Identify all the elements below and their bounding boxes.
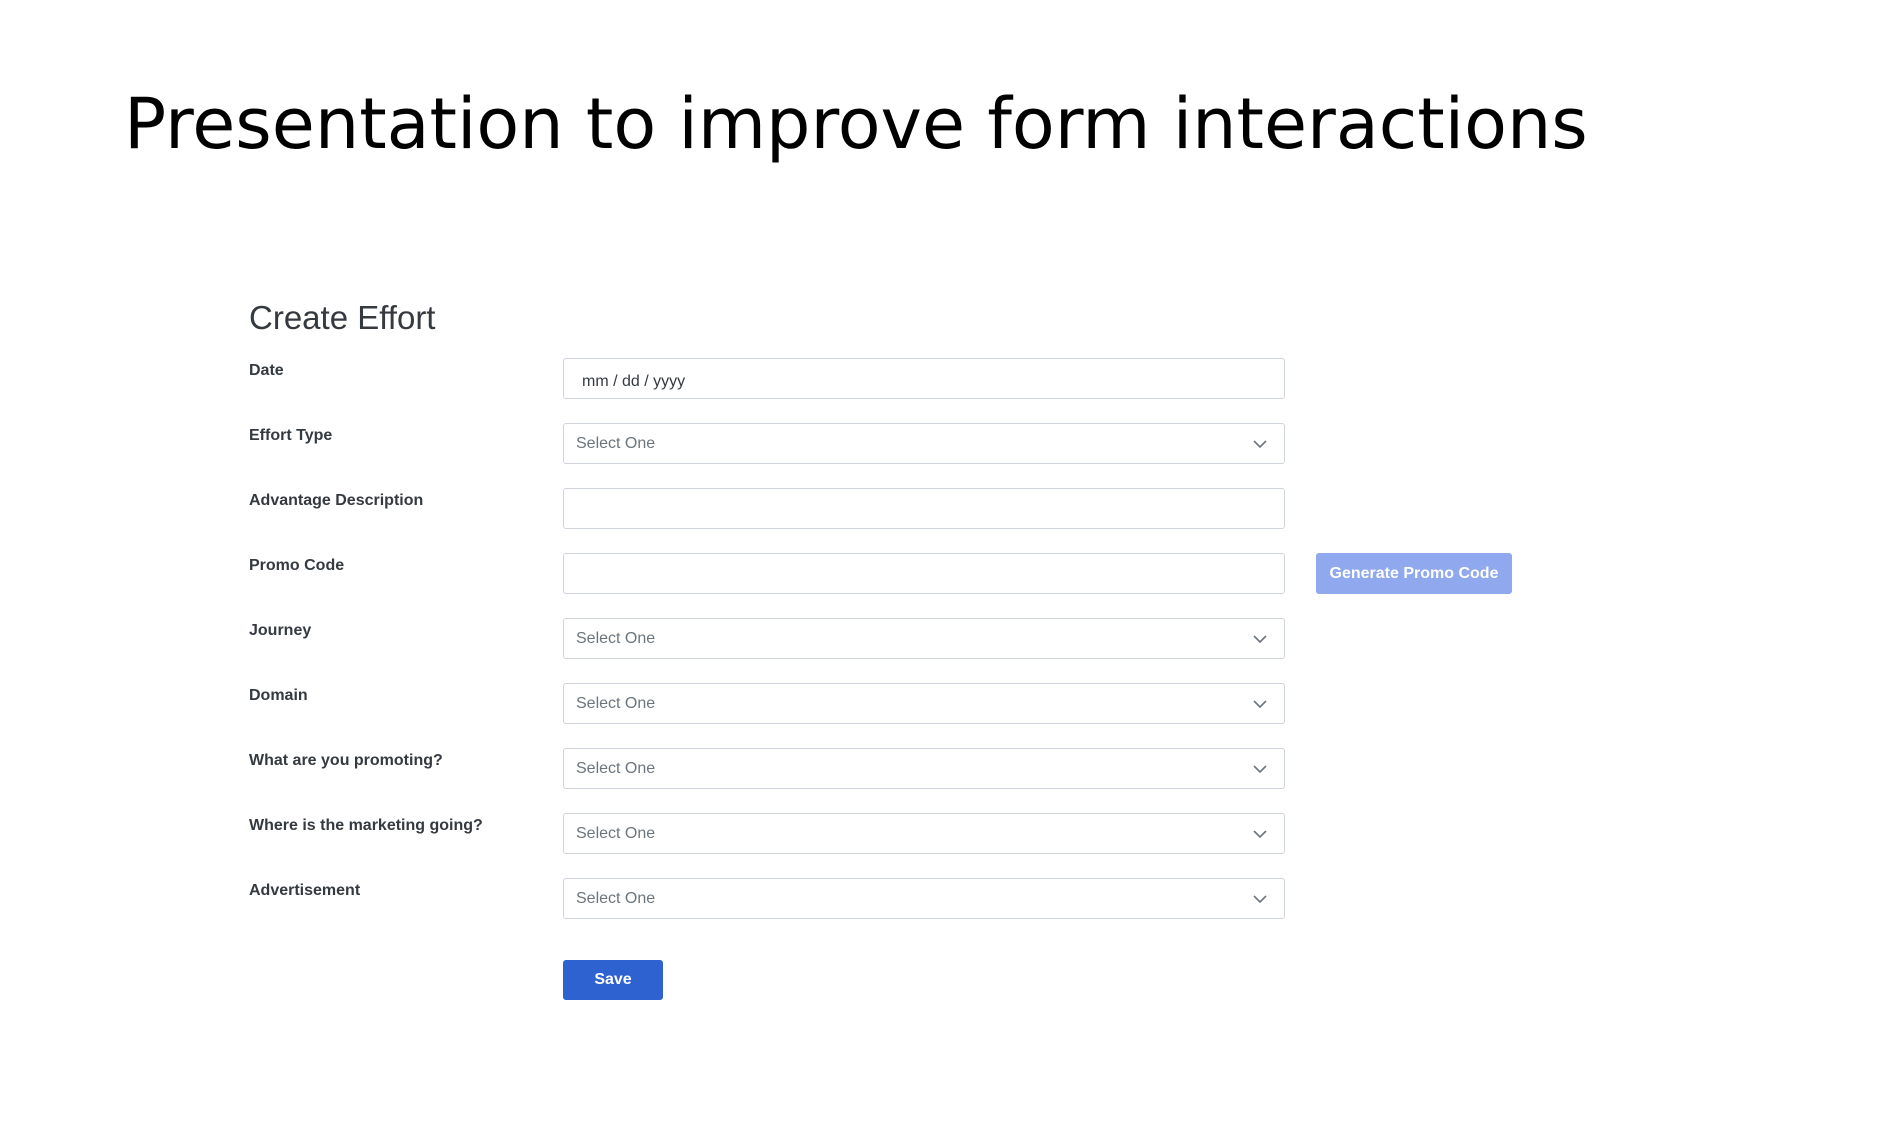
domain-label: Domain [249, 687, 308, 704]
advantage-description-label: Advantage Description [249, 492, 424, 509]
promoting-select-value: Select One [576, 759, 656, 777]
date-input[interactable]: mm / dd / yyyy [563, 358, 1285, 399]
chevron-down-icon [1253, 764, 1267, 773]
form-row-effort-type: Effort Type Select One [249, 423, 1549, 464]
marketing-destination-select-value: Select One [576, 824, 656, 842]
effort-type-select-value: Select One [576, 434, 656, 452]
advertisement-select-value: Select One [576, 889, 656, 907]
form-row-journey: Journey Select One [249, 618, 1549, 659]
domain-select[interactable]: Select One [563, 683, 1285, 724]
create-effort-form: Create Effort Date mm / dd / yyyy Effort… [249, 296, 1549, 943]
domain-select-value: Select One [576, 694, 656, 712]
chevron-down-icon [1253, 634, 1267, 643]
marketing-destination-select[interactable]: Select One [563, 813, 1285, 854]
form-row-advantage-description: Advantage Description [249, 488, 1549, 529]
chevron-down-icon [1253, 699, 1267, 708]
effort-type-label: Effort Type [249, 427, 333, 444]
advertisement-label: Advertisement [249, 882, 361, 899]
effort-type-select[interactable]: Select One [563, 423, 1285, 464]
form-row-date: Date mm / dd / yyyy [249, 358, 1549, 399]
journey-select-value: Select One [576, 629, 656, 647]
advantage-description-input[interactable] [563, 488, 1285, 529]
form-row-marketing-destination: Where is the marketing going? Select One [249, 813, 1549, 854]
slide-title: Presentation to improve form interaction… [124, 83, 1588, 165]
form-row-advertisement: Advertisement Select One [249, 878, 1549, 919]
form-rows: Date mm / dd / yyyy Effort Type Select O… [249, 358, 1549, 919]
marketing-destination-label: Where is the marketing going? [249, 817, 483, 834]
form-heading: Create Effort [249, 299, 436, 336]
promoting-label: What are you promoting? [249, 752, 443, 769]
form-row-domain: Domain Select One [249, 683, 1549, 724]
promo-code-label: Promo Code [249, 557, 345, 574]
form-row-promo-code: Promo Code Generate Promo Code [249, 553, 1549, 594]
save-button[interactable]: Save [563, 960, 663, 1000]
promoting-select[interactable]: Select One [563, 748, 1285, 789]
date-label: Date [249, 362, 284, 379]
chevron-down-icon [1253, 894, 1267, 903]
generate-promo-code-button[interactable]: Generate Promo Code [1316, 553, 1512, 594]
form-row-promoting: What are you promoting? Select One [249, 748, 1549, 789]
advertisement-select[interactable]: Select One [563, 878, 1285, 919]
promo-code-input[interactable] [563, 553, 1285, 594]
journey-select[interactable]: Select One [563, 618, 1285, 659]
journey-label: Journey [249, 622, 312, 639]
chevron-down-icon [1253, 439, 1267, 448]
chevron-down-icon [1253, 829, 1267, 838]
